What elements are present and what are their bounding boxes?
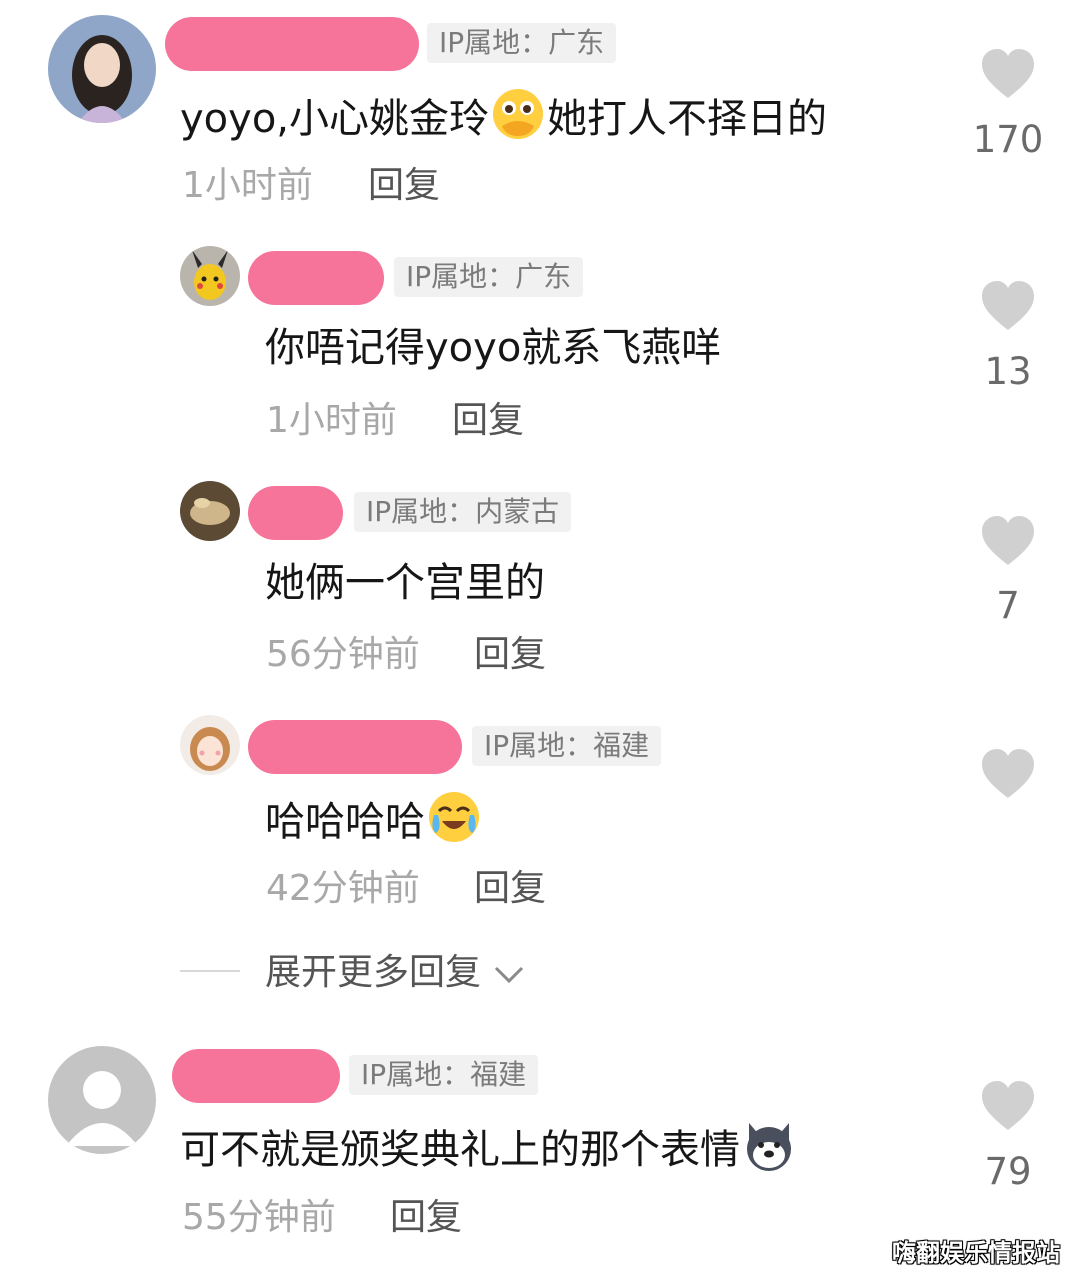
husky-dog-emoji — [747, 1123, 791, 1171]
divider — [180, 970, 240, 972]
like-count: 13 — [984, 350, 1032, 393]
heart-icon[interactable] — [980, 1080, 1036, 1132]
reply-text: 她俩一个宫里的 — [265, 560, 545, 606]
chevron-down-icon — [495, 966, 524, 984]
comment-text-part: 她打人不择日的 — [547, 96, 828, 142]
avatar[interactable] — [180, 481, 240, 541]
like-count: 170 — [972, 118, 1044, 161]
reply-text-part: 哈哈哈哈 — [265, 799, 425, 845]
ip-location-badge: IP属地：广东 — [394, 257, 584, 297]
username-redacted[interactable] — [248, 720, 462, 774]
reply-button[interactable]: 回复 — [390, 1195, 462, 1241]
reply-time: 56分钟前 — [266, 634, 420, 675]
like-count: 7 — [996, 584, 1020, 627]
ip-location-badge: IP属地：内蒙古 — [354, 492, 572, 532]
ip-location-badge: IP属地：广东 — [427, 23, 617, 63]
comment-text: 可不就是颁奖典礼上的那个表情 — [180, 1117, 798, 1178]
heart-icon[interactable] — [980, 748, 1036, 800]
username-redacted[interactable] — [172, 1049, 340, 1103]
tears-of-joy-emoji — [429, 792, 479, 842]
avatar[interactable] — [180, 246, 240, 306]
heart-icon[interactable] — [980, 48, 1036, 100]
reply-time: 1小时前 — [266, 400, 397, 441]
covering-mouth-emoji — [493, 89, 544, 139]
username-redacted[interactable] — [248, 251, 384, 305]
like-count: 79 — [984, 1150, 1032, 1193]
ip-location-badge: IP属地：福建 — [472, 726, 662, 766]
expand-more-label: 展开更多回复 — [265, 952, 482, 993]
reply-button[interactable]: 回复 — [474, 866, 546, 912]
expand-more-replies-button[interactable]: 展开更多回复 — [265, 950, 526, 996]
ip-location-badge: IP属地：福建 — [349, 1055, 539, 1095]
username-redacted[interactable] — [248, 486, 343, 540]
reply-text: 你唔记得yoyo就系飞燕咩 — [265, 325, 722, 371]
avatar[interactable] — [180, 715, 240, 775]
reply-text: 哈哈哈哈 — [265, 789, 483, 850]
heart-icon[interactable] — [980, 515, 1036, 567]
comment-text: yoyo,小心姚金玲 她打人不择日的 — [180, 86, 827, 147]
reply-button[interactable]: 回复 — [452, 398, 524, 444]
reply-button[interactable]: 回复 — [368, 163, 440, 209]
reply-button[interactable]: 回复 — [474, 632, 546, 678]
username-redacted[interactable] — [165, 17, 419, 71]
comment-text-part: 可不就是颁奖典礼上的那个表情 — [180, 1127, 740, 1173]
comment-text-part: yoyo,小心姚金玲 — [180, 96, 490, 142]
heart-icon[interactable] — [980, 280, 1036, 332]
watermark: 嗨翻娱乐情报站 — [892, 1239, 1060, 1267]
avatar[interactable] — [48, 15, 156, 123]
reply-time: 42分钟前 — [266, 868, 420, 909]
comment-time: 55分钟前 — [182, 1197, 336, 1238]
comment-time: 1小时前 — [182, 165, 313, 206]
avatar[interactable] — [48, 1046, 156, 1154]
